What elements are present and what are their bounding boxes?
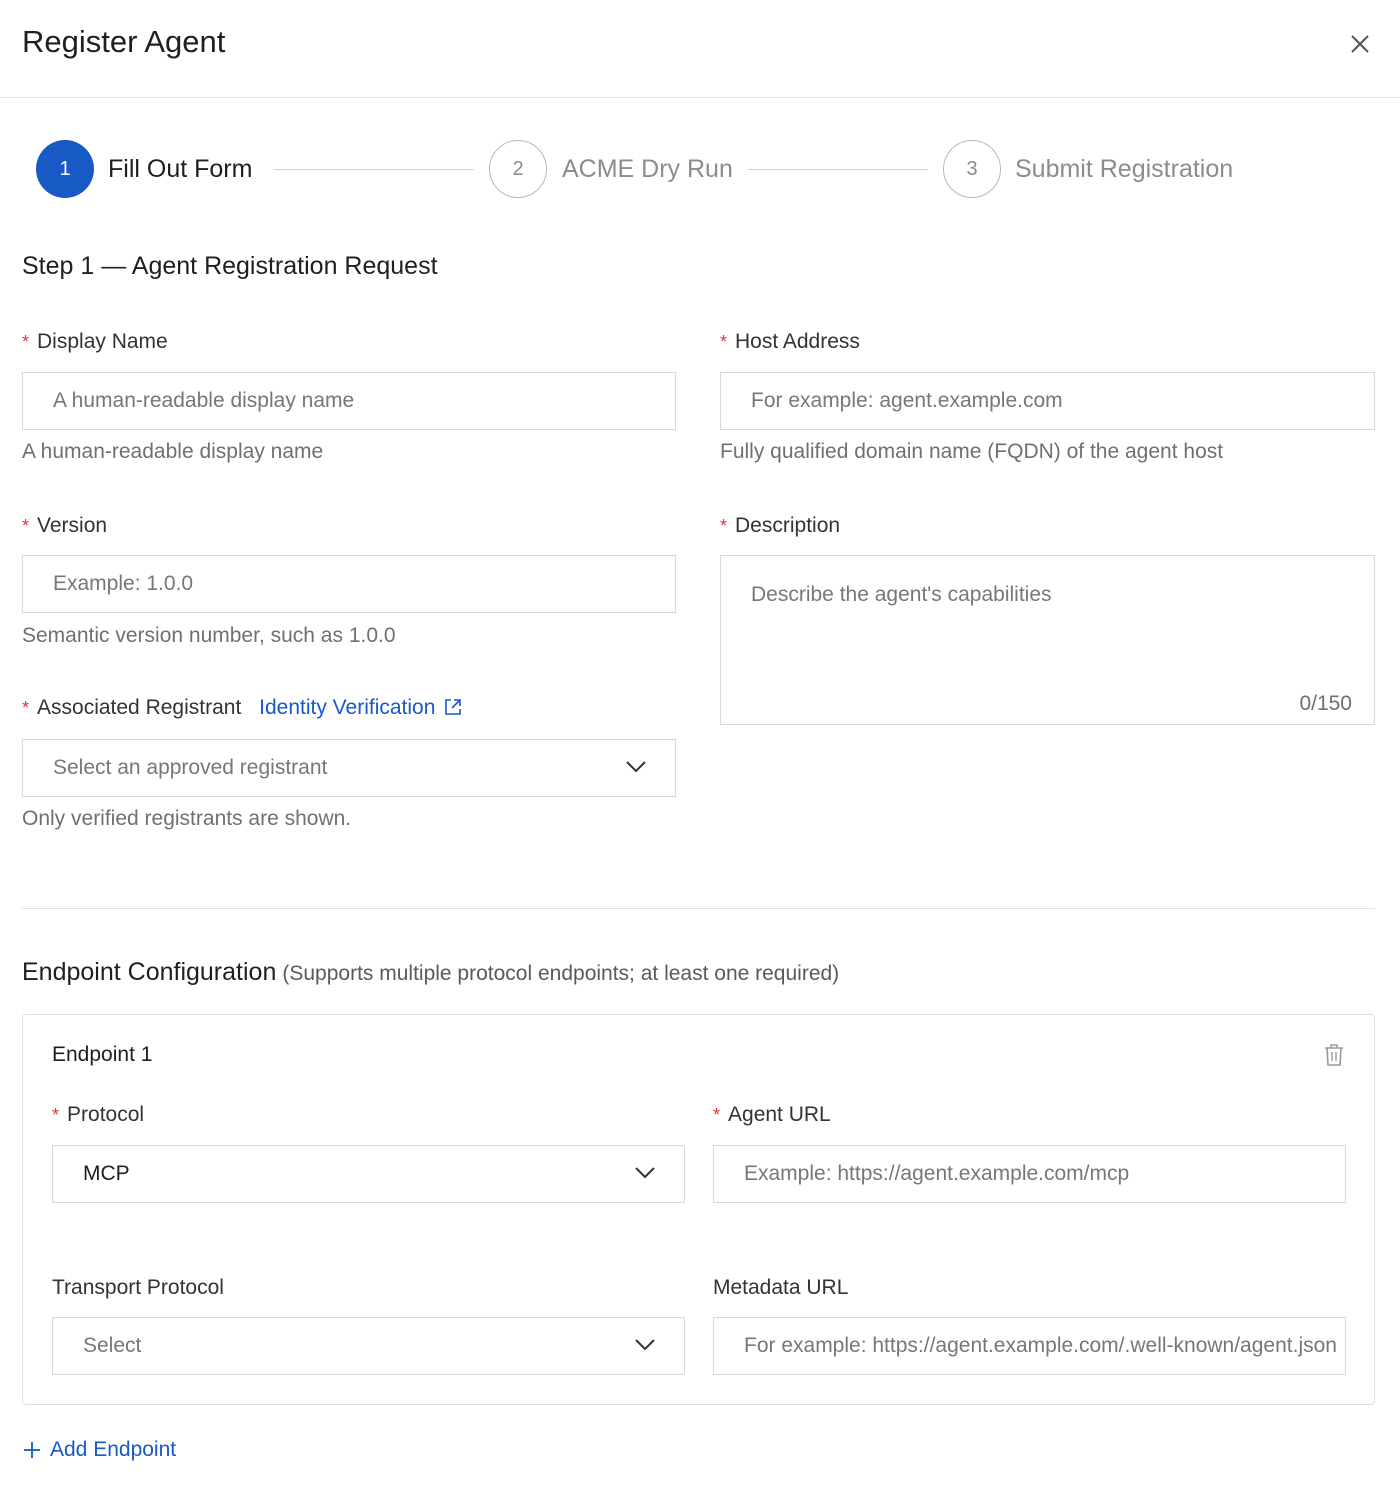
transport-protocol-placeholder: Select — [83, 1334, 142, 1357]
close-button[interactable] — [1344, 28, 1376, 60]
delete-endpoint-button[interactable] — [1323, 1043, 1345, 1067]
step-3-indicator: 3 — [943, 140, 1001, 198]
description-textarea[interactable]: Describe the agent's capabilities 0/150 — [720, 555, 1375, 725]
agent-url-label: * Agent URL — [713, 1103, 831, 1127]
description-placeholder: Describe the agent's capabilities — [751, 583, 1052, 606]
protocol-label-text: Protocol — [67, 1103, 145, 1126]
required-mark: * — [720, 516, 728, 536]
version-help: Semantic version number, such as 1.0.0 — [22, 624, 396, 647]
registrant-label-text: Associated Registrant — [37, 696, 242, 719]
display-name-help: A human-readable display name — [22, 440, 324, 463]
host-address-help: Fully qualified domain name (FQDN) of th… — [720, 440, 1224, 463]
required-mark: * — [22, 698, 30, 718]
dialog-header: Register Agent — [0, 0, 1400, 98]
chevron-down-icon — [635, 1167, 655, 1179]
display-name-label-text: Display Name — [37, 330, 168, 353]
step-2-indicator: 2 — [489, 140, 547, 198]
identity-verification-link-text: Identity Verification — [259, 696, 436, 719]
step-1-indicator: 1 — [36, 140, 94, 198]
external-link-icon — [445, 699, 462, 715]
trash-icon — [1325, 1044, 1343, 1066]
step-3-label: Submit Registration — [1015, 155, 1234, 183]
display-name-input[interactable]: A human-readable display name — [22, 372, 676, 430]
step-connector — [748, 169, 928, 170]
host-address-label: * Host Address — [720, 330, 860, 354]
agent-url-label-text: Agent URL — [728, 1103, 831, 1126]
required-mark: * — [720, 332, 728, 352]
chevron-down-icon — [626, 761, 646, 773]
version-input[interactable]: Example: 1.0.0 — [22, 555, 676, 613]
add-endpoint-button[interactable]: Add Endpoint — [22, 1438, 176, 1462]
display-name-placeholder: A human-readable display name — [53, 389, 355, 412]
description-label: * Description — [720, 514, 840, 538]
step-3-number: 3 — [966, 157, 978, 180]
registrant-select[interactable]: Select an approved registrant — [22, 739, 676, 797]
transport-protocol-select[interactable]: Select — [52, 1317, 685, 1375]
step-connector — [274, 169, 474, 170]
form-section-title: Step 1 — Agent Registration Request — [22, 252, 438, 280]
add-endpoint-label: Add Endpoint — [50, 1438, 177, 1461]
host-address-placeholder: For example: agent.example.com — [751, 389, 1063, 412]
close-icon — [1351, 35, 1369, 53]
step-2-label: ACME Dry Run — [562, 155, 733, 183]
version-label-text: Version — [37, 514, 108, 537]
version-placeholder: Example: 1.0.0 — [53, 572, 194, 595]
version-label: * Version — [22, 514, 107, 538]
plus-icon — [24, 1442, 40, 1458]
agent-url-input[interactable]: Example: https://agent.example.com/mcp — [713, 1145, 1346, 1203]
required-mark: * — [52, 1105, 60, 1125]
protocol-select[interactable]: MCP — [52, 1145, 685, 1203]
protocol-label: * Protocol — [52, 1103, 144, 1127]
dialog-title: Register Agent — [22, 24, 226, 59]
registrant-label: * Associated Registrant Identity Verifica… — [22, 696, 463, 720]
agent-url-placeholder: Example: https://agent.example.com/mcp — [744, 1162, 1130, 1185]
description-char-counter: 0/150 — [1299, 692, 1352, 715]
metadata-url-label: Metadata URL — [713, 1276, 849, 1299]
endpoint-card-title: Endpoint 1 — [52, 1043, 153, 1066]
endpoint-card: Endpoint 1 * Protocol MCP * Agent URL Exam… — [22, 1014, 1375, 1405]
metadata-url-input[interactable]: For example: https://agent.example.com/.… — [713, 1317, 1346, 1375]
endpoint-section-subtitle: (Supports multiple protocol endpoints; a… — [282, 962, 840, 985]
required-mark: * — [22, 516, 30, 536]
identity-verification-link[interactable]: Identity Verification — [259, 696, 463, 719]
registrant-help: Only verified registrants are shown. — [22, 807, 352, 830]
endpoint-section-title: Endpoint Configuration (Supports multiple… — [22, 958, 839, 987]
transport-protocol-label: Transport Protocol — [52, 1276, 224, 1299]
step-1-number: 1 — [59, 157, 71, 180]
registrant-placeholder: Select an approved registrant — [53, 756, 328, 779]
step-2-number: 2 — [512, 157, 524, 180]
description-label-text: Description — [735, 514, 841, 537]
step-1-label: Fill Out Form — [108, 155, 253, 183]
required-mark: * — [713, 1105, 721, 1125]
stepper: 1 Fill Out Form 2 ACME Dry Run 3 Submit … — [36, 140, 1366, 200]
host-address-label-text: Host Address — [735, 330, 860, 353]
section-divider — [22, 908, 1375, 909]
metadata-url-placeholder: For example: https://agent.example.com/.… — [744, 1334, 1337, 1357]
endpoint-section-title-text: Endpoint Configuration — [22, 958, 277, 986]
display-name-label: * Display Name — [22, 330, 168, 354]
protocol-value: MCP — [83, 1162, 130, 1185]
required-mark: * — [22, 332, 30, 352]
host-address-input[interactable]: For example: agent.example.com — [720, 372, 1375, 430]
chevron-down-icon — [635, 1339, 655, 1351]
